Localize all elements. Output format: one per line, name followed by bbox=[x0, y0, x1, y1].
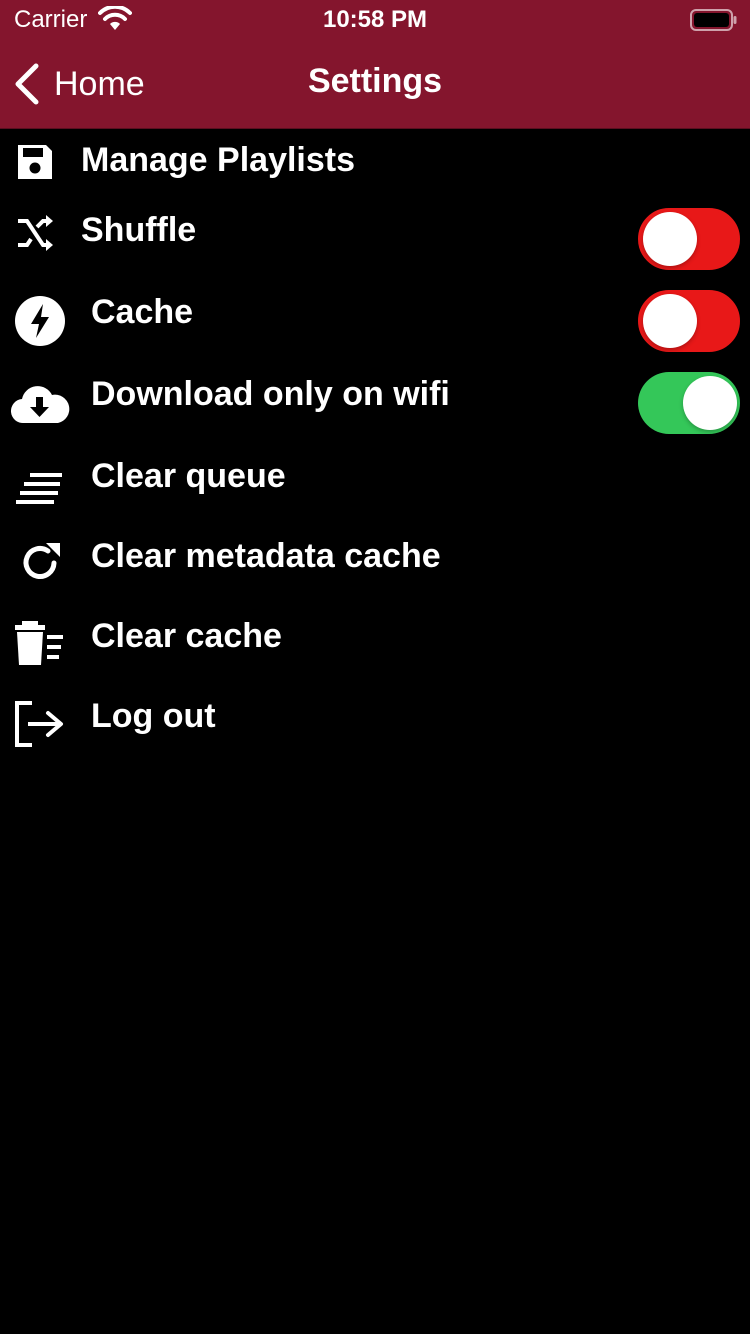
log-out-label: Log out bbox=[91, 697, 216, 735]
cache-toggle[interactable] bbox=[638, 290, 740, 352]
shuffle-toggle[interactable] bbox=[638, 208, 740, 270]
toggle-knob bbox=[643, 294, 697, 348]
queue-lines-icon bbox=[16, 473, 62, 504]
shuffle-icon bbox=[18, 215, 53, 251]
clear-metadata-cache-row[interactable]: Clear metadata cache bbox=[0, 527, 750, 603]
shuffle-label: Shuffle bbox=[81, 211, 197, 249]
shuffle-row: Shuffle bbox=[0, 199, 750, 279]
toggle-knob bbox=[643, 212, 697, 266]
download-wifi-label: Download only on wifi bbox=[91, 375, 450, 413]
clear-queue-label: Clear queue bbox=[91, 457, 286, 495]
refresh-icon bbox=[23, 543, 60, 579]
log-out-row[interactable]: Log out bbox=[0, 687, 750, 763]
status-bar: Carrier 10:58 PM bbox=[0, 0, 750, 40]
manage-playlists-label: Manage Playlists bbox=[81, 141, 356, 179]
status-time: 10:58 PM bbox=[322, 6, 428, 33]
cache-row: Cache bbox=[0, 281, 750, 361]
clear-metadata-cache-label: Clear metadata cache bbox=[91, 537, 441, 575]
cache-label: Cache bbox=[91, 293, 194, 331]
save-icon bbox=[18, 145, 52, 179]
cloud-download-icon bbox=[10, 386, 70, 424]
toggle-knob bbox=[683, 376, 737, 430]
clear-cache-label: Clear cache bbox=[91, 617, 282, 655]
clear-cache-row[interactable]: Clear cache bbox=[0, 607, 750, 683]
logout-icon bbox=[15, 701, 63, 747]
clear-queue-row[interactable]: Clear queue bbox=[0, 447, 750, 523]
battery-icon bbox=[690, 9, 737, 31]
navigation-bar: Home Settings bbox=[0, 40, 750, 129]
lightning-icon bbox=[15, 296, 65, 346]
download-wifi-toggle[interactable] bbox=[638, 372, 740, 434]
page-title: Settings bbox=[307, 62, 443, 100]
manage-playlists-row[interactable]: Manage Playlists bbox=[0, 129, 750, 193]
trash-list-icon bbox=[15, 621, 63, 665]
download-wifi-row: Download only on wifi bbox=[0, 363, 750, 443]
